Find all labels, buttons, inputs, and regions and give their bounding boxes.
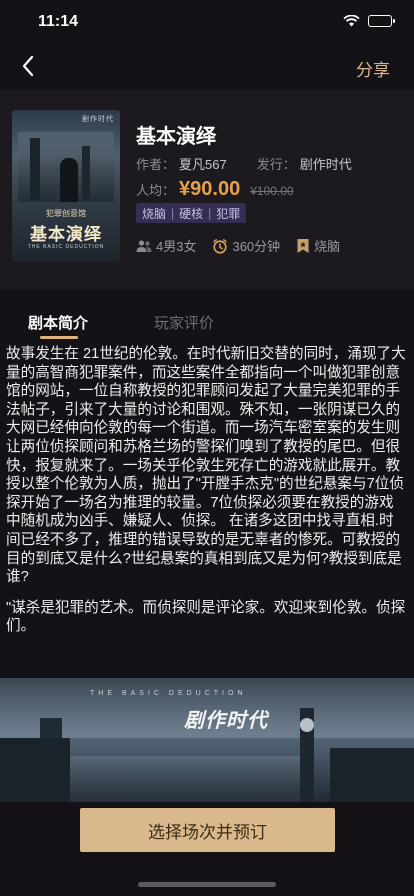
banner-english-title: THE BASIC DEDUCTION [90, 690, 247, 697]
poster-subtitle: 犯罪创意馆 [46, 209, 86, 218]
meta-row: 作者： 夏凡567 发行： 剧作时代 [136, 154, 352, 173]
wifi-icon [343, 15, 360, 27]
category-stat: 烧脑 [296, 236, 340, 255]
price-label: 人均： [136, 183, 176, 198]
clock-tower-icon [300, 718, 314, 732]
script-poster[interactable]: 剧作时代 犯罪创意馆 基本演绎 THE BASIC DEDUCTION [12, 110, 120, 262]
bottom-bar: 选择场次并预订 [0, 802, 414, 896]
nav-bar: 分享 [0, 44, 414, 90]
tag-list: 烧脑 | 硬核 | 犯罪 [136, 203, 247, 223]
select-session-book-button[interactable]: 选择场次并预订 [80, 808, 335, 852]
poster-english-title: THE BASIC DEDUCTION [27, 244, 105, 250]
banner-logo: 剧作时代 [184, 710, 268, 732]
status-bar: 11:14 [0, 0, 414, 44]
author-name[interactable]: 夏凡567 [179, 154, 227, 173]
status-time: 11:14 [38, 13, 79, 30]
status-icons [343, 15, 395, 27]
promo-banner: THE BASIC DEDUCTION 剧作时代 [0, 678, 414, 802]
description-body: 故事发生在 21世纪的伦敦。在时代新旧交替的同时，涌现了大量的高智商犯罪案件，而… [6, 346, 406, 586]
tab-player-reviews[interactable]: 玩家评价 [154, 312, 214, 333]
duration-stat: 360分钟 [212, 236, 280, 255]
home-indicator[interactable] [138, 882, 276, 887]
tag: 硬核 [179, 206, 204, 221]
back-button[interactable] [14, 52, 42, 80]
share-button[interactable]: 分享 [356, 56, 390, 81]
alarm-clock-icon [212, 238, 228, 254]
tab-script-intro[interactable]: 剧本简介 [28, 312, 88, 333]
poster-brand: 剧作时代 [82, 116, 114, 123]
people-icon [136, 239, 152, 253]
original-price: ¥100.00 [250, 184, 294, 198]
price-value: ¥90.00 [179, 178, 241, 200]
tag: 犯罪 [216, 206, 241, 221]
tab-bar: 剧本简介 玩家评价 [0, 300, 414, 340]
publisher-name[interactable]: 剧作时代 [300, 154, 352, 173]
description-quote: "谋杀是犯罪的艺术。而侦探则是评论家。欢迎来到伦敦。侦探们。 [6, 599, 406, 635]
players-stat: 4男3女 [136, 236, 196, 255]
script-description: 故事发生在 21世纪的伦敦。在时代新旧交替的同时，涌现了大量的高智商犯罪案件，而… [6, 345, 408, 636]
bookmark-star-icon [296, 238, 310, 254]
category: 烧脑 [314, 239, 341, 254]
price-row: 人均： ¥90.00 ¥100.00 [136, 178, 294, 201]
script-header: 剧作时代 犯罪创意馆 基本演绎 THE BASIC DEDUCTION 基本演绎… [0, 90, 414, 290]
poster-title: 基本演绎 [30, 225, 102, 245]
players-count: 4男3女 [156, 239, 197, 254]
stats-row: 4男3女 360分钟 烧脑 [136, 236, 356, 255]
script-title: 基本演绎 [136, 126, 216, 148]
tag: 烧脑 [142, 206, 167, 221]
duration: 360分钟 [232, 239, 281, 254]
active-tab-indicator [40, 336, 78, 339]
battery-icon [368, 15, 395, 27]
author-label: 作者： [136, 157, 176, 172]
publisher-label: 发行： [256, 157, 296, 172]
chevron-left-icon [22, 55, 34, 77]
